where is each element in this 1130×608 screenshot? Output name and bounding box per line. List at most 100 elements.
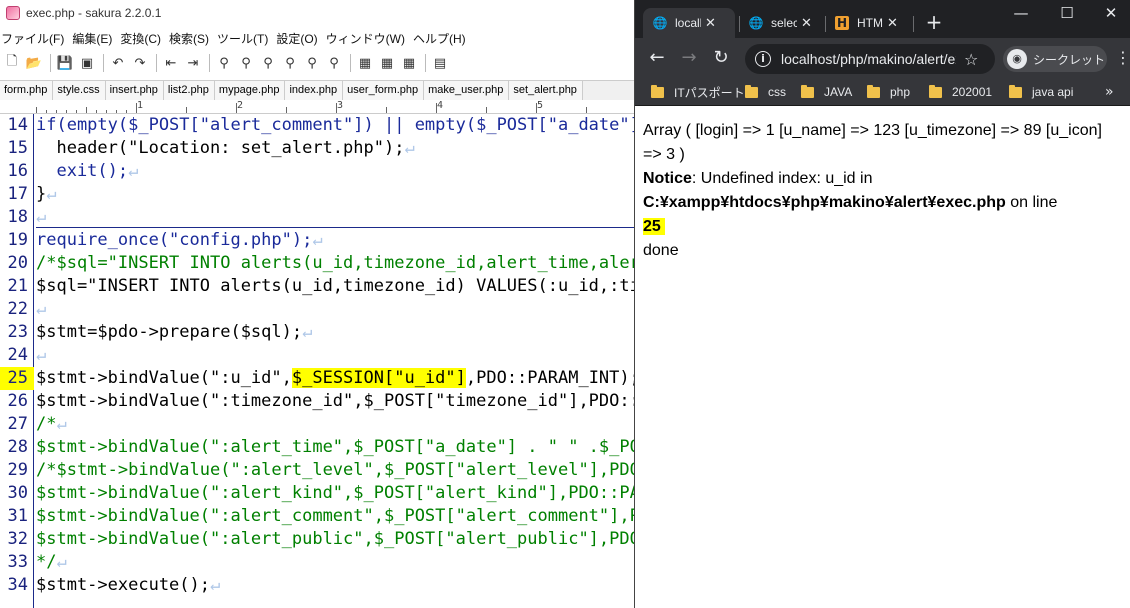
undo-icon[interactable]: ↶ [108, 53, 128, 73]
bookmark-it-passport[interactable]: ITパスポート [651, 83, 745, 101]
compare-icon[interactable]: ▦ [377, 53, 397, 73]
code-line-18: ↵ [36, 206, 46, 229]
jump-back-icon[interactable]: ⇤ [161, 53, 181, 73]
bookmark-css[interactable]: css [745, 83, 786, 101]
ruler-mark: 3 [337, 100, 344, 111]
outline-icon[interactable]: ▦ [355, 53, 375, 73]
code-line-28: $stmt->bindValue(":alert_time",$_POST["a… [36, 436, 634, 459]
function-list-icon[interactable]: ▦ [399, 53, 419, 73]
line-number: 23 [7, 322, 28, 342]
highlighted-code: $_SESSION["u_id"] [291, 368, 466, 388]
file-tab-index[interactable]: index.php [285, 81, 344, 100]
back-arrow-icon[interactable]: ← [647, 48, 667, 68]
close-icon[interactable]: ✕ [705, 16, 716, 31]
menu-dots-icon[interactable]: ⋮ [1115, 48, 1130, 68]
code-line-16: exit();↵ [36, 160, 138, 183]
settings-icon[interactable]: ▤ [430, 53, 450, 73]
replace-icon[interactable]: ⚲ [280, 53, 300, 73]
notice-label: Notice [643, 170, 692, 187]
browser-tab-select[interactable]: 🌐 select ✕ [739, 8, 823, 38]
incognito-label: シークレット [1033, 52, 1106, 67]
code-line-31: $stmt->bindValue(":alert_comment",$_POST… [36, 505, 634, 528]
code-line-19: require_once("config.php");↵ [36, 229, 323, 252]
bookmark-php[interactable]: php [867, 83, 910, 101]
find-next-icon[interactable]: ⚲ [258, 53, 278, 73]
globe-icon: 🌐 [748, 16, 764, 30]
code-text: */ [36, 552, 57, 572]
tab-label: select [771, 16, 797, 30]
save-icon[interactable]: 💾 [55, 53, 75, 73]
menu-edit[interactable]: 編集(E) [71, 30, 119, 47]
bookmark-java-api[interactable]: java api [1009, 83, 1073, 101]
code-text: require_once("config.php"); [36, 230, 313, 250]
file-tab-style[interactable]: style.css [53, 81, 106, 100]
folder-icon [651, 84, 664, 98]
forward-arrow-icon[interactable]: → [679, 48, 699, 68]
menu-settings[interactable]: 設定(O) [275, 30, 324, 47]
browser-tab-html[interactable]: H HTML ✕ [825, 8, 909, 38]
line-number: 33 [7, 552, 28, 572]
line-number: 34 [7, 575, 28, 595]
line-number-current: 25 [0, 367, 34, 390]
mark-icon[interactable]: ⚲ [302, 53, 322, 73]
close-icon[interactable]: ✕ [887, 16, 898, 31]
code-line-30: $stmt->bindValue(":alert_kind",$_POST["a… [36, 482, 634, 505]
incognito-badge[interactable]: ◉ シークレット [1003, 46, 1107, 72]
code-text: if(empty($_POST["alert_comment"]) || emp… [36, 115, 634, 135]
file-tab-form[interactable]: form.php [0, 81, 54, 100]
minimize-icon[interactable]: — [1011, 4, 1031, 24]
maximize-icon[interactable]: ☐ [1057, 4, 1077, 24]
url-text[interactable]: localhost/php/makino/alert/exec.php [781, 51, 956, 67]
file-tab-user-form[interactable]: user_form.php [343, 81, 425, 100]
file-tab-make-user[interactable]: make_user.php [424, 81, 510, 100]
browser-tab-localhost[interactable]: 🌐 localhost ✕ [643, 8, 735, 38]
sakura-editor-window: exec.php - sakura 2.2.0.1 ファイル(F) 編集(E) … [0, 0, 634, 608]
code-text: /* [36, 414, 57, 434]
folder-icon [745, 84, 758, 98]
jump-forward-icon[interactable]: ⇥ [183, 53, 203, 73]
file-tab-mypage[interactable]: mypage.php [214, 81, 286, 100]
code-text: $stmt->bindValue(":u_id", [36, 368, 292, 388]
find-icon[interactable]: ⚲ [214, 53, 234, 73]
menu-search[interactable]: 検索(S) [168, 30, 216, 47]
address-bar[interactable]: i localhost/php/makino/alert/exec.php ☆ [745, 44, 995, 74]
grep-icon[interactable]: ⚲ [324, 53, 344, 73]
redo-icon[interactable]: ↷ [130, 53, 150, 73]
toolbar-divider [50, 54, 51, 72]
close-window-icon[interactable]: ✕ [1101, 4, 1121, 24]
new-file-icon[interactable]: 🗋 [2, 53, 22, 73]
code-text: header("Location: set_alert.php"); [36, 138, 405, 158]
file-tab-insert[interactable]: insert.php [105, 81, 164, 100]
menu-tools[interactable]: ツール(T) [216, 30, 275, 47]
save-all-icon[interactable]: ▣ [77, 53, 97, 73]
code-text: $stmt->bindValue(":alert_public",$_POST[… [36, 529, 634, 549]
bookmarks-overflow-icon[interactable]: » [1105, 84, 1114, 100]
bookmark-202001[interactable]: 202001 [929, 83, 992, 101]
menu-help[interactable]: ヘルプ(H) [412, 30, 473, 47]
folder-icon [929, 84, 942, 98]
file-tab-list2[interactable]: list2.php [163, 81, 215, 100]
find-prev-icon[interactable]: ⚲ [236, 53, 256, 73]
code-line-26: $stmt->bindValue(":timezone_id",$_POST["… [36, 390, 634, 413]
bookmark-star-icon[interactable]: ☆ [964, 50, 978, 69]
line-number: 14 [7, 115, 28, 135]
newline-mark: ↵ [36, 207, 47, 227]
menu-file[interactable]: ファイル(F) [0, 30, 71, 47]
menu-window[interactable]: ウィンドウ(W) [325, 30, 412, 47]
line-number: 24 [7, 345, 28, 365]
bookmark-java[interactable]: JAVA [801, 83, 852, 101]
open-file-icon[interactable]: 📂 [24, 53, 44, 73]
reload-icon[interactable]: ↻ [711, 48, 731, 68]
line-number: 17 [7, 184, 28, 204]
ruler-mark: 4 [437, 100, 444, 111]
info-icon[interactable]: i [755, 51, 771, 67]
bookmark-label: java api [1032, 85, 1074, 99]
close-icon[interactable]: ✕ [801, 16, 812, 31]
menu-convert[interactable]: 変換(C) [119, 30, 168, 47]
code-line-27: /*↵ [36, 413, 67, 436]
newline-mark: ↵ [56, 552, 67, 572]
file-tab-set-alert[interactable]: set_alert.php [509, 81, 583, 100]
new-tab-button[interactable]: + [923, 12, 945, 34]
line-number: 30 [7, 483, 28, 503]
code-editor-area[interactable]: if(empty($_POST["alert_comment"]) || emp… [36, 114, 634, 608]
